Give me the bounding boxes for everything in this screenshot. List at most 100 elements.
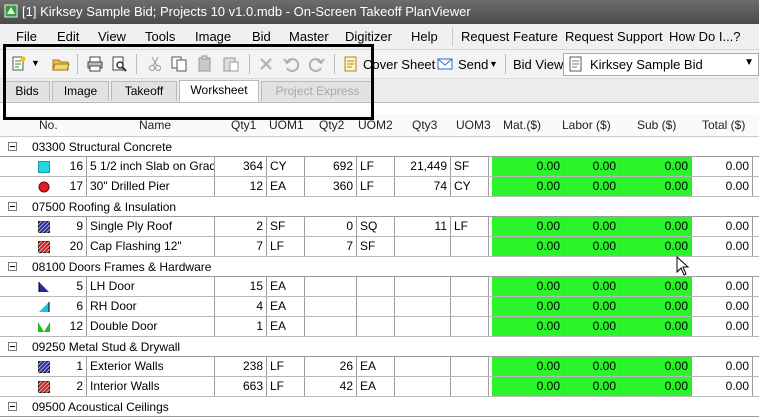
cell-mat[interactable]: 0.00 — [492, 317, 564, 336]
cell-mat[interactable]: 0.00 — [492, 297, 564, 316]
cell-uom1[interactable]: EA — [267, 317, 305, 336]
cell-qty3[interactable] — [395, 377, 451, 396]
cell-uom1[interactable]: EA — [267, 177, 305, 196]
group-row[interactable]: 07500 Roofing & Insulation — [0, 197, 759, 217]
cell-qty1[interactable]: 238 — [215, 357, 267, 376]
cell-name[interactable]: Single Ply Roof — [87, 217, 215, 236]
cell-qty1[interactable]: 663 — [215, 377, 267, 396]
tab-worksheet[interactable]: Worksheet — [179, 80, 259, 102]
column-header-labor[interactable]: Labor ($) — [562, 118, 611, 132]
cell-qty2[interactable]: 26 — [305, 357, 357, 376]
cell-uom2[interactable]: SQ — [357, 217, 395, 236]
cell-uom3[interactable]: SF — [451, 157, 489, 176]
cell-name[interactable]: RH Door — [87, 297, 215, 316]
column-header-mat[interactable]: Mat.($) — [503, 118, 541, 132]
cell-total[interactable]: 0.00 — [692, 157, 753, 176]
cell-uom3[interactable] — [451, 377, 489, 396]
cell-labor[interactable]: 0.00 — [564, 357, 620, 376]
cell-qty1[interactable]: 4 — [215, 297, 267, 316]
cell-qty3[interactable] — [395, 297, 451, 316]
cell-qty2[interactable] — [305, 277, 357, 296]
open-folder-icon[interactable] — [52, 55, 70, 73]
cell-sub[interactable]: 0.00 — [620, 157, 692, 176]
cell-uom1[interactable]: LF — [267, 357, 305, 376]
cell-no[interactable]: 20 — [55, 237, 87, 256]
cell-labor[interactable]: 0.00 — [564, 277, 620, 296]
collapse-toggle-icon[interactable] — [8, 262, 17, 271]
tab-image[interactable]: Image — [52, 81, 109, 101]
cell-mat[interactable]: 0.00 — [492, 237, 564, 256]
column-header-uom3[interactable]: UOM3 — [456, 118, 491, 132]
menu-image[interactable]: Image — [195, 29, 231, 44]
cell-uom2[interactable]: LF — [357, 177, 395, 196]
column-header-no[interactable]: No. — [39, 118, 58, 132]
cover-sheet-icon[interactable] — [342, 55, 360, 73]
cell-labor[interactable]: 0.00 — [564, 297, 620, 316]
table-row[interactable]: 1 Exterior Walls 238 LF 26 EA 0.00 0.00 0.00 0.00 — [0, 357, 759, 377]
cell-mat[interactable]: 0.00 — [492, 217, 564, 236]
cut-icon[interactable] — [146, 55, 164, 73]
cell-qty1[interactable]: 12 — [215, 177, 267, 196]
column-header-qty2[interactable]: Qty2 — [319, 118, 344, 132]
cell-uom1[interactable]: SF — [267, 217, 305, 236]
cell-total[interactable]: 0.00 — [692, 237, 753, 256]
menu-file[interactable]: File — [16, 29, 37, 44]
cell-uom2[interactable]: LF — [357, 157, 395, 176]
paste-special-icon[interactable] — [222, 55, 240, 73]
cell-no[interactable]: 5 — [55, 277, 87, 296]
cell-sub[interactable]: 0.00 — [620, 237, 692, 256]
cell-labor[interactable]: 0.00 — [564, 177, 620, 196]
new-bid-icon[interactable] — [10, 55, 28, 73]
cell-uom3[interactable] — [451, 277, 489, 296]
column-header-uom1[interactable]: UOM1 — [269, 118, 304, 132]
cell-qty1[interactable]: 364 — [215, 157, 267, 176]
tab-bids[interactable]: Bids — [4, 81, 50, 101]
cell-uom2[interactable]: EA — [357, 377, 395, 396]
cell-uom3[interactable]: LF — [451, 217, 489, 236]
redo-icon[interactable] — [308, 55, 326, 73]
column-header-qty1[interactable]: Qty1 — [231, 118, 256, 132]
group-row[interactable]: 08100 Doors Frames & Hardware — [0, 257, 759, 277]
delete-icon[interactable] — [257, 55, 275, 73]
cell-uom3[interactable] — [451, 237, 489, 256]
cell-total[interactable]: 0.00 — [692, 217, 753, 236]
cell-qty3[interactable] — [395, 277, 451, 296]
cell-uom3[interactable] — [451, 317, 489, 336]
cell-sub[interactable]: 0.00 — [620, 377, 692, 396]
cell-name[interactable]: Exterior Walls — [87, 357, 215, 376]
menu-edit[interactable]: Edit — [57, 29, 79, 44]
cell-mat[interactable]: 0.00 — [492, 377, 564, 396]
cell-qty2[interactable]: 42 — [305, 377, 357, 396]
cell-uom2[interactable] — [357, 317, 395, 336]
cell-uom1[interactable]: LF — [267, 237, 305, 256]
copy-icon[interactable] — [170, 55, 188, 73]
cell-qty1[interactable]: 15 — [215, 277, 267, 296]
cell-name[interactable]: Cap Flashing 12" — [87, 237, 215, 256]
cell-qty3[interactable]: 11 — [395, 217, 451, 236]
column-header-uom2[interactable]: UOM2 — [358, 118, 393, 132]
tab-takeoff[interactable]: Takeoff — [111, 81, 177, 101]
cell-qty3[interactable] — [395, 357, 451, 376]
table-row[interactable]: 16 5 1/2 inch Slab on Grade 364 CY 692 LF 21,4… — [0, 157, 759, 177]
menu-digitizer[interactable]: Digitizer — [345, 29, 392, 44]
cell-mat[interactable]: 0.00 — [492, 357, 564, 376]
cell-qty3[interactable] — [395, 237, 451, 256]
cell-uom1[interactable]: EA — [267, 277, 305, 296]
menu-request-support[interactable]: Request Support — [565, 29, 663, 44]
cell-sub[interactable]: 0.00 — [620, 297, 692, 316]
table-row[interactable]: 20 Cap Flashing 12" 7 LF 7 SF 0.00 0.00 0.00 0.00 — [0, 237, 759, 257]
table-row[interactable]: 2 Interior Walls 663 LF 42 EA 0.00 0.00 0.00 0.00 — [0, 377, 759, 397]
paste-icon[interactable] — [196, 55, 214, 73]
table-row[interactable]: 17 30" Drilled Pier 12 EA 360 LF 74 CY 0.00 0.00 0… — [0, 177, 759, 197]
cell-qty2[interactable] — [305, 297, 357, 316]
cell-no[interactable]: 1 — [55, 357, 87, 376]
cell-sub[interactable]: 0.00 — [620, 217, 692, 236]
cell-no[interactable]: 12 — [55, 317, 87, 336]
cell-sub[interactable]: 0.00 — [620, 177, 692, 196]
cell-uom1[interactable]: LF — [267, 377, 305, 396]
cell-qty1[interactable]: 7 — [215, 237, 267, 256]
cell-qty1[interactable]: 2 — [215, 217, 267, 236]
cell-no[interactable]: 16 — [55, 157, 87, 176]
column-header-sub[interactable]: Sub ($) — [637, 118, 676, 132]
bid-view-select[interactable]: Kirksey Sample Bid ▼ — [563, 53, 759, 76]
